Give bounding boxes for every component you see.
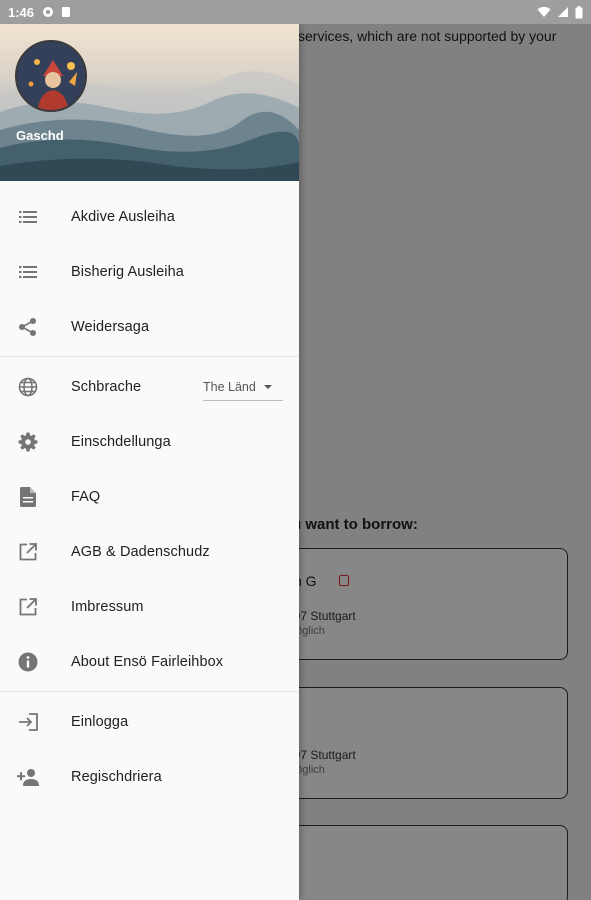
add-person-icon bbox=[16, 765, 40, 789]
navigation-drawer: Gaschd Akdive Ausleiha Bisherig Ausleiha… bbox=[0, 24, 299, 900]
info-icon bbox=[16, 650, 40, 674]
list-icon bbox=[16, 205, 40, 229]
document-icon bbox=[16, 485, 40, 509]
menu-item-label: AGB & Dadenschudz bbox=[71, 543, 210, 560]
login-icon bbox=[16, 710, 40, 734]
status-bar: 1:46 bbox=[0, 0, 591, 24]
menu-item-label: Einschdellunga bbox=[71, 433, 171, 450]
list-icon bbox=[16, 260, 40, 284]
menu-divider bbox=[0, 356, 299, 357]
open-external-icon bbox=[16, 540, 40, 564]
menu-item-login[interactable]: Einlogga bbox=[0, 694, 299, 749]
language-dropdown-value: The Länd bbox=[203, 379, 256, 394]
sync-icon bbox=[43, 7, 54, 17]
menu-item-label: Regischdriera bbox=[71, 768, 162, 785]
user-avatar[interactable] bbox=[15, 40, 87, 112]
user-name: Gaschd bbox=[16, 128, 64, 143]
menu-item-share[interactable]: Weidersaga bbox=[0, 299, 299, 354]
menu-item-label: Weidersaga bbox=[71, 318, 150, 335]
status-time: 1:46 bbox=[8, 4, 35, 20]
menu-item-settings[interactable]: Einschdellunga bbox=[0, 414, 299, 469]
menu-item-label: Akdive Ausleiha bbox=[71, 208, 175, 225]
gear-icon bbox=[16, 430, 40, 454]
menu-item-active-loans[interactable]: Akdive Ausleiha bbox=[0, 189, 299, 244]
share-icon bbox=[16, 315, 40, 339]
clipboard-icon bbox=[62, 7, 71, 17]
menu-item-language[interactable]: Schbrache The Länd bbox=[0, 359, 299, 414]
menu-item-label: Imbressum bbox=[71, 598, 144, 615]
drawer-header: Gaschd bbox=[0, 24, 299, 181]
battery-icon bbox=[575, 5, 583, 18]
menu-item-about[interactable]: About Ensö Fairleihbox bbox=[0, 634, 299, 689]
menu-item-past-loans[interactable]: Bisherig Ausleiha bbox=[0, 244, 299, 299]
menu-item-faq[interactable]: FAQ bbox=[0, 469, 299, 524]
menu-item-terms-privacy[interactable]: AGB & Dadenschudz bbox=[0, 524, 299, 579]
menu-item-register[interactable]: Regischdriera bbox=[0, 749, 299, 804]
open-external-icon bbox=[16, 595, 40, 619]
globe-icon bbox=[16, 375, 40, 399]
menu-item-imprint[interactable]: Imbressum bbox=[0, 579, 299, 634]
dropdown-arrow-icon bbox=[263, 384, 272, 389]
menu-divider bbox=[0, 691, 299, 692]
menu-item-label: Schbrache bbox=[71, 378, 142, 395]
menu-item-label: Bisherig Ausleiha bbox=[71, 263, 184, 280]
menu-item-label: Einlogga bbox=[71, 713, 129, 730]
language-dropdown[interactable]: The Länd bbox=[203, 373, 283, 401]
drawer-menu: Akdive Ausleiha Bisherig Ausleiha Weider… bbox=[0, 181, 299, 804]
wifi-icon bbox=[537, 6, 551, 17]
menu-item-label: FAQ bbox=[71, 488, 101, 505]
signal-icon bbox=[558, 7, 568, 17]
menu-item-label: About Ensö Fairleihbox bbox=[71, 653, 224, 670]
